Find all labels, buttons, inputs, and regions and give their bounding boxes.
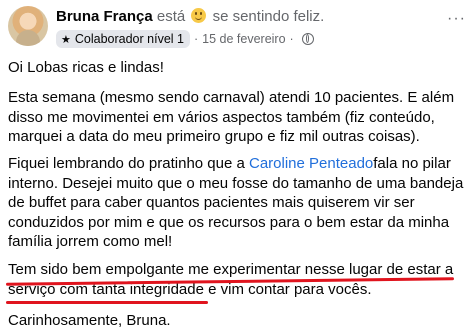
- paragraph-text: Fiquei lembrando do pratinho que a: [8, 155, 249, 172]
- feeling-verb: está: [156, 8, 186, 25]
- post-date[interactable]: 15 de fevereiro: [202, 32, 285, 46]
- post-author-line: Bruna França está se sentindo feliz.: [56, 8, 324, 25]
- avatar[interactable]: [8, 6, 48, 46]
- post-header: Bruna França está se sentindo feliz. ★ C…: [8, 6, 468, 50]
- underline-annotation: [6, 301, 208, 304]
- badge-label: Colaborador nível 1: [74, 32, 184, 46]
- paragraph-greeting: Oi Lobas ricas e lindas!: [8, 59, 164, 76]
- author-name[interactable]: Bruna França: [56, 8, 153, 25]
- paragraph-reflection: Fiquei lembrando do pratinho que a Carol…: [8, 154, 464, 252]
- mention-link[interactable]: Caroline Penteado: [249, 155, 373, 172]
- post-meta-line: ★ Colaborador nível 1 · 15 de fevereiro …: [56, 30, 314, 48]
- contributor-badge[interactable]: ★ Colaborador nível 1: [56, 30, 190, 48]
- paragraph-signoff: Carinhosamente, Bruna.: [8, 312, 171, 329]
- more-options-icon[interactable]: ···: [447, 10, 466, 28]
- smiling-face-icon: [191, 8, 207, 23]
- star-icon: ★: [61, 33, 71, 46]
- paragraph-week: Esta semana (mesmo sendo carnaval) atend…: [8, 89, 455, 145]
- separator: ·: [193, 32, 199, 46]
- feeling-text[interactable]: se sentindo feliz.: [213, 8, 325, 25]
- separator: ·: [289, 32, 294, 46]
- globe-icon[interactable]: [301, 33, 314, 45]
